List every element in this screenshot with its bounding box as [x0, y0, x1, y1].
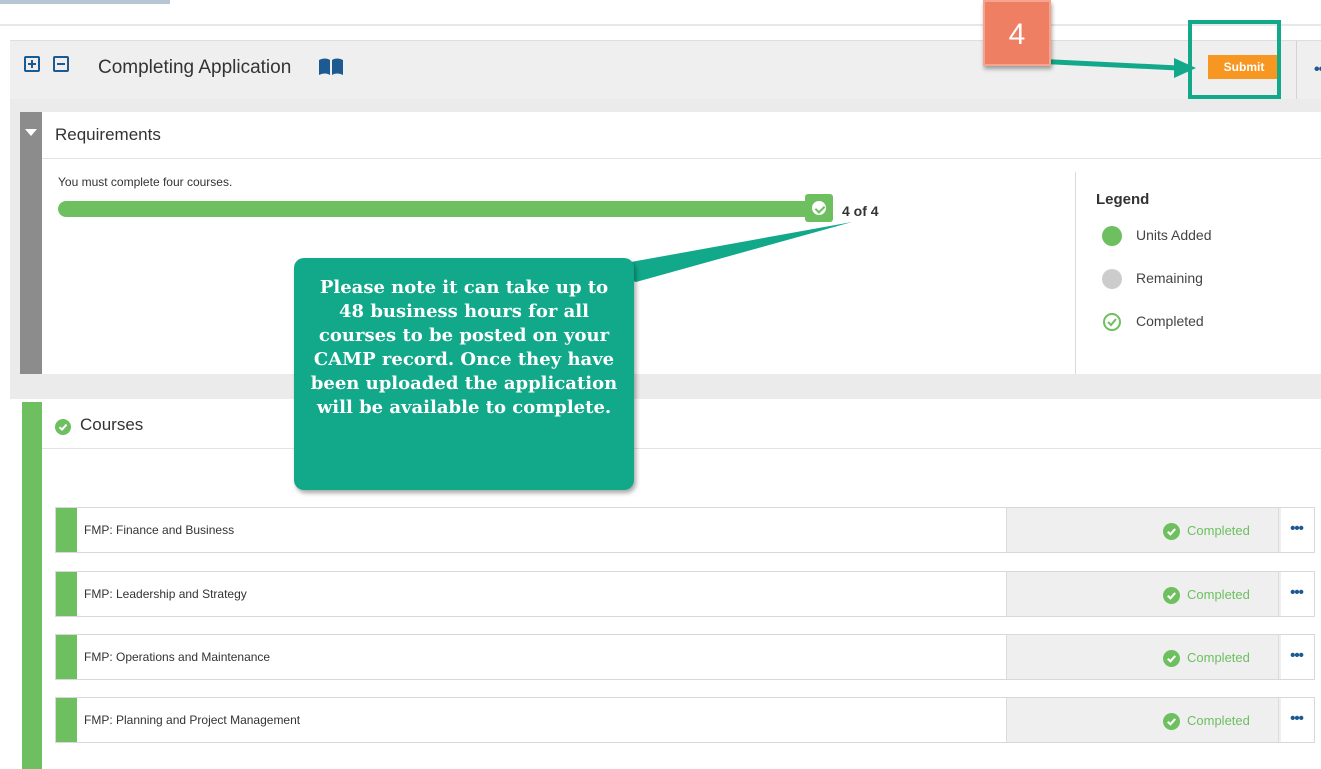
grey-dot-icon — [1102, 269, 1122, 289]
collapse-rail[interactable] — [20, 112, 42, 374]
course-row[interactable]: FMP: Finance and Business Completed ••• — [55, 507, 1315, 553]
row-more-button[interactable]: ••• — [1278, 698, 1314, 742]
page-title: Completing Application — [98, 57, 292, 78]
top-strip-fragment — [0, 0, 170, 4]
application-header: Completing Application Submit ••• — [10, 40, 1321, 100]
legend-divider — [1075, 172, 1076, 374]
status-bar — [56, 572, 77, 616]
course-row[interactable]: FMP: Planning and Project Management Com… — [55, 697, 1315, 743]
row-more-button[interactable]: ••• — [1278, 635, 1314, 679]
progress-bar — [58, 201, 828, 217]
check-circle-icon — [1163, 650, 1180, 667]
divider — [1296, 41, 1297, 99]
course-name: FMP: Leadership and Strategy — [84, 587, 247, 601]
highlight-box — [1188, 20, 1281, 99]
requirements-panel: Requirements You must complete four cour… — [20, 112, 1321, 374]
legend-label: Remaining — [1136, 270, 1203, 286]
course-status: Completed — [1006, 572, 1281, 616]
status-bar — [56, 698, 77, 742]
check-circle-icon — [1103, 313, 1121, 331]
course-row[interactable]: FMP: Leadership and Strategy Completed •… — [55, 571, 1315, 617]
status-text: Completed — [1187, 650, 1250, 665]
course-row[interactable]: FMP: Operations and Maintenance Complete… — [55, 634, 1315, 680]
legend-label: Units Added — [1136, 227, 1212, 243]
minus-square-icon[interactable] — [53, 56, 69, 72]
divider — [42, 448, 1321, 449]
course-name: FMP: Operations and Maintenance — [84, 650, 271, 664]
courses-title: Courses — [80, 415, 144, 434]
caret-down-icon[interactable] — [25, 129, 37, 136]
book-icon[interactable] — [318, 58, 344, 76]
status-text: Completed — [1187, 587, 1250, 602]
course-status: Completed — [1006, 698, 1281, 742]
check-badge-icon — [805, 194, 833, 222]
check-circle-icon — [1163, 523, 1180, 540]
check-circle-icon — [55, 419, 71, 435]
course-name: FMP: Finance and Business — [84, 523, 235, 537]
step-number-badge: 4 — [983, 0, 1051, 66]
course-status: Completed — [1006, 508, 1281, 552]
check-circle-icon — [1163, 587, 1180, 604]
row-more-button[interactable]: ••• — [1278, 508, 1314, 552]
check-circle-icon — [1163, 713, 1180, 730]
callout-text: Please note it can take up to 48 busines… — [310, 277, 618, 418]
status-text: Completed — [1187, 523, 1250, 538]
course-status: Completed — [1006, 635, 1281, 679]
progress-count: 4 of 4 — [842, 203, 879, 219]
progress-fill — [58, 201, 828, 217]
requirements-title: Requirements — [55, 125, 161, 144]
top-strip — [0, 0, 1321, 26]
status-text: Completed — [1187, 713, 1250, 728]
green-dot-icon — [1102, 226, 1122, 246]
requirement-note: You must complete four courses. — [58, 175, 233, 189]
row-more-button[interactable]: ••• — [1278, 572, 1314, 616]
course-name: FMP: Planning and Project Management — [84, 713, 301, 727]
legend-label: Completed — [1136, 313, 1204, 329]
callout-note: Please note it can take up to 48 busines… — [294, 258, 634, 490]
status-bar — [56, 635, 77, 679]
legend-title: Legend — [1096, 191, 1150, 208]
status-bar — [56, 508, 77, 552]
plus-square-icon[interactable] — [24, 56, 40, 72]
status-rail — [22, 402, 42, 769]
more-options-button[interactable]: ••• — [1314, 61, 1321, 79]
divider — [42, 158, 1321, 159]
